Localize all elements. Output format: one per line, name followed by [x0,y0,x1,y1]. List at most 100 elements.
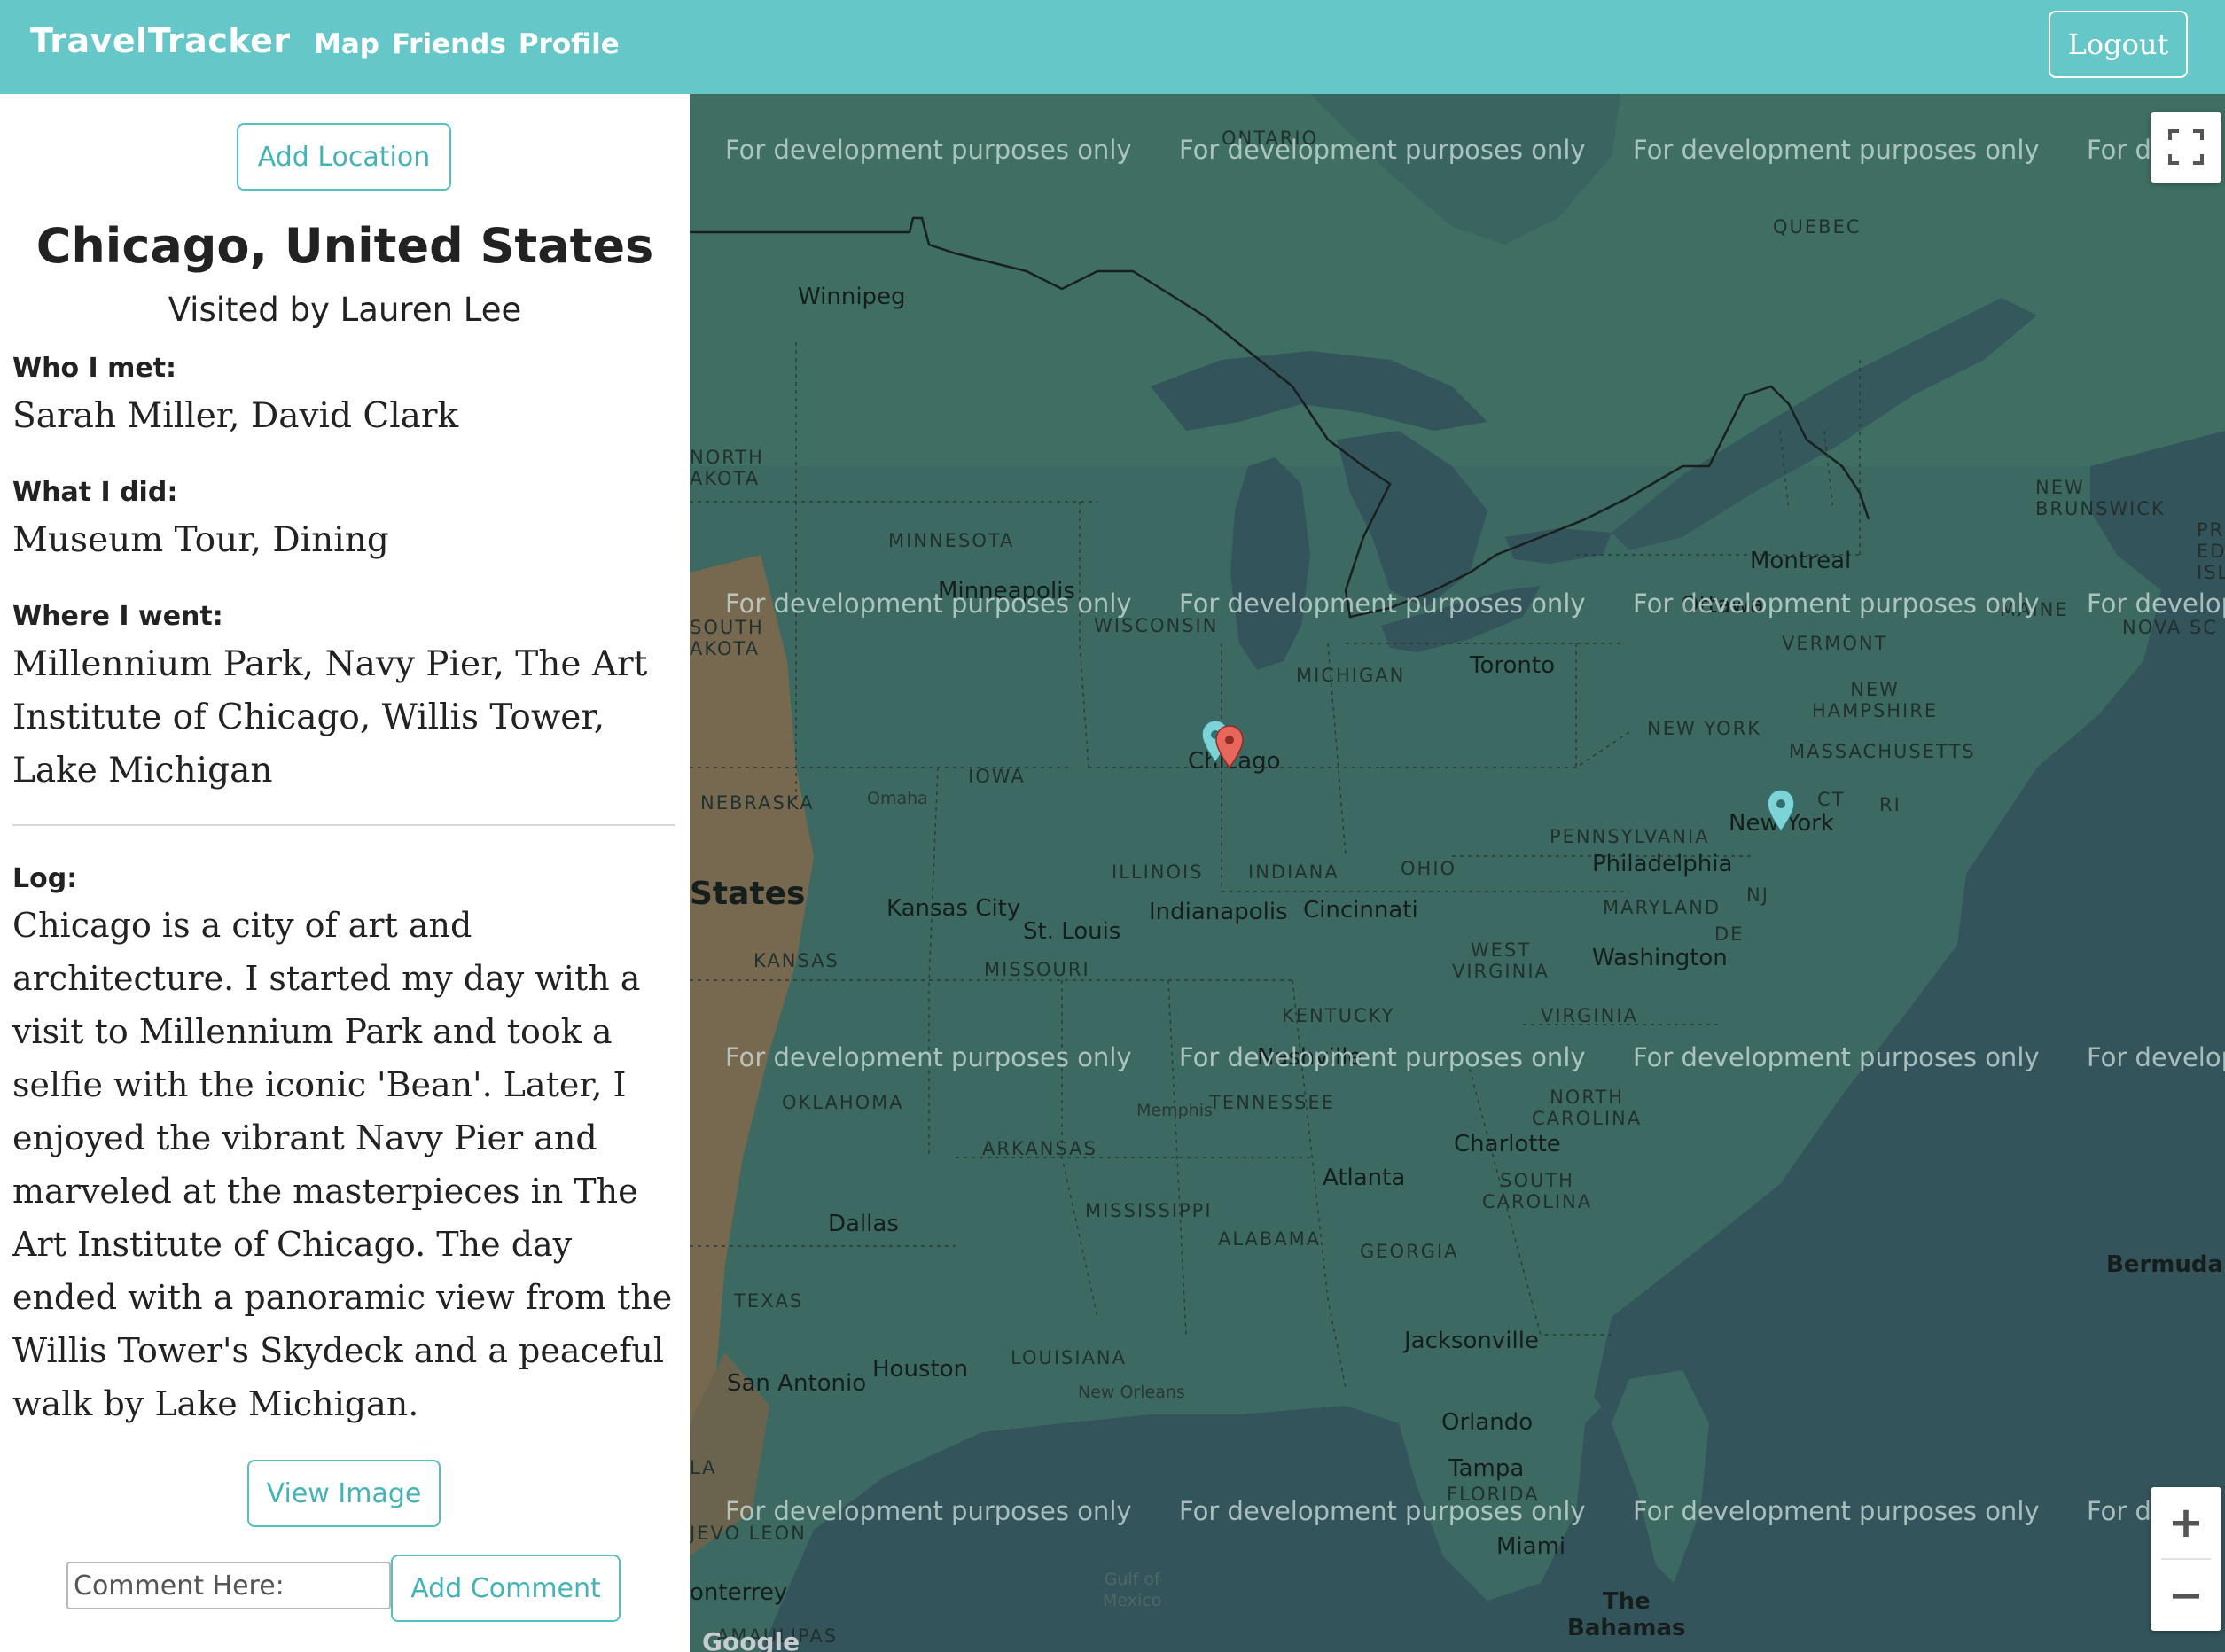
dev-watermark: For development purposes only [725,588,1132,619]
where-went-label: Where I went: [12,601,223,632]
map-label-nova-scotia: NOVA SC [2122,617,2218,638]
map-label-west-virginia: WEST VIRGINIA [1452,939,1550,982]
log-label: Log: [12,863,78,894]
map-label-maryland: MARYLAND [1603,897,1721,918]
map-label-charlotte: Charlotte [1454,1131,1561,1157]
map-label-minnesota: MINNESOTA [888,530,1015,551]
nav-link-friends[interactable]: Friends [392,28,506,60]
section-divider [12,824,675,826]
dev-watermark: For development purposes only [1179,1496,1586,1526]
dev-watermark: For d [2087,1496,2151,1526]
map-label-monterrey: onterrey [690,1579,788,1606]
fullscreen-icon [2168,129,2204,165]
fullscreen-button[interactable] [2151,112,2221,183]
map-label-jacksonville: Jacksonville [1404,1328,1539,1354]
map-label-orlando: Orlando [1441,1409,1534,1436]
map-label-massachusetts: MASSACHUSETTS [1789,741,1976,762]
what-did-label: What I did: [12,477,178,508]
map-label-arkansas: ARKANSAS [982,1138,1097,1159]
top-navbar: TravelTracker Map Friends Profile Logout [0,0,2225,94]
map-label-new-york-state: NEW YORK [1647,718,1761,739]
add-location-button[interactable]: Add Location [237,123,451,191]
add-comment-button[interactable]: Add Comment [391,1555,621,1622]
map-label-new-brunswick: NEW BRUNSWICK [2035,477,2166,519]
dev-watermark: For development purposes only [1179,135,1586,165]
map-label-nj: NJ [1746,884,1769,906]
map-label-la: LA [690,1457,717,1478]
dev-watermark: For development purposes only [725,1042,1132,1072]
map-label-indianapolis: Indianapolis [1149,899,1288,925]
map-label-pei: PR ED ISL [2197,519,2225,583]
map-label-michigan: MICHIGAN [1296,665,1406,686]
map-label-alabama: ALABAMA [1218,1228,1322,1250]
who-met-value: Sarah Miller, David Clark [12,396,459,436]
map-label-toronto: Toronto [1470,652,1555,679]
map-label-virginia: VIRGINIA [1541,1005,1638,1026]
map-label-states: States [690,876,806,912]
visited-by-text: Visited by Lauren Lee [168,291,522,329]
logout-button[interactable]: Logout [2049,11,2188,78]
map-label-atlanta: Atlanta [1323,1165,1406,1191]
nav-links: Map Friends Profile [314,28,620,60]
dev-watermark: For d [2087,135,2151,165]
location-details-panel: Add Location Chicago, United States Visi… [0,94,690,1652]
view-image-button[interactable]: View Image [247,1460,441,1527]
map-label-new-orleans: New Orleans [1078,1383,1185,1402]
brand-logo[interactable]: TravelTracker [30,21,291,60]
map-label-cincinnati: Cincinnati [1303,897,1418,923]
map-label-illinois: ILLINOIS [1112,861,1204,883]
map-view[interactable]: ONTARIO QUEBEC Winnipeg NORTH AKOTA MINN… [690,94,2225,1652]
map-label-ri: RI [1879,794,1901,815]
map-label-miami: Miami [1496,1533,1566,1560]
map-label-north-carolina: NORTH CAROLINA [1532,1087,1643,1129]
what-did-value: Museum Tour, Dining [12,520,389,560]
map-label-missouri: MISSOURI [984,959,1090,980]
map-label-st-louis: St. Louis [1023,918,1121,945]
dev-watermark: For development purposes only [1633,588,2040,619]
map-label-ohio: OHIO [1401,858,1457,879]
dev-watermark: For develop [2087,1042,2225,1072]
map-label-quebec: QUEBEC [1773,216,1862,238]
dev-watermark: For development purposes only [1179,1042,1586,1072]
map-label-tampa: Tampa [1448,1455,1525,1482]
who-met-label: Who I met: [12,353,177,384]
dev-watermark: For development purposes only [1633,135,2040,165]
dev-watermark: For development purposes only [1179,588,1586,619]
nav-link-map[interactable]: Map [314,28,379,60]
map-label-kentucky: KENTUCKY [1282,1005,1395,1026]
zoom-in-button[interactable]: + [2151,1487,2221,1558]
map-label-mississippi: MISSISSIPPI [1085,1200,1213,1221]
map-label-omaha: Omaha [867,789,928,808]
map-label-texas: TEXAS [734,1290,804,1312]
map-label-kansas-city: Kansas City [886,895,1021,922]
dev-watermark: For development purposes only [1633,1496,2040,1526]
log-text: Chicago is a city of art and architectur… [12,906,673,1423]
zoom-out-button[interactable]: − [2151,1560,2221,1631]
dev-watermark: For develop [2087,588,2225,619]
map-label-iowa: IOWA [968,766,1026,787]
nav-link-profile[interactable]: Profile [519,28,620,60]
map-label-south-dakota: SOUTH AKOTA [690,617,764,659]
map-label-louisiana: LOUISIANA [1011,1347,1128,1368]
map-label-south-carolina: SOUTH CAROLINA [1482,1170,1593,1212]
dev-watermark: For development purposes only [725,135,1132,165]
map-label-indiana: INDIANA [1248,861,1339,883]
map-pin-teal-icon[interactable] [1766,789,1796,833]
comment-input[interactable] [66,1562,391,1609]
map-label-nebraska: NEBRASKA [700,792,815,814]
map-label-north-dakota: NORTH AKOTA [690,447,764,489]
map-label-dallas: Dallas [828,1211,899,1237]
map-pin-red-icon[interactable] [1214,725,1245,769]
map-label-bahamas: The Bahamas [1567,1588,1686,1641]
map-label-de: DE [1714,923,1745,945]
map-label-georgia: GEORGIA [1360,1241,1459,1262]
dev-watermark: For development purposes only [725,1496,1132,1526]
map-label-pennsylvania: PENNSYLVANIA [1550,826,1710,847]
map-label-vermont: VERMONT [1782,633,1888,654]
where-went-value: Millennium Park, Navy Pier, The Art Inst… [12,644,648,791]
map-label-bermuda: Bermuda [2106,1251,2224,1278]
map-label-oklahoma: OKLAHOMA [782,1092,904,1113]
dev-watermark: For development purposes only [1633,1042,2040,1072]
map-label-philadelphia: Philadelphia [1592,851,1733,877]
map-label-tennessee: TENNESSEE [1209,1092,1335,1113]
